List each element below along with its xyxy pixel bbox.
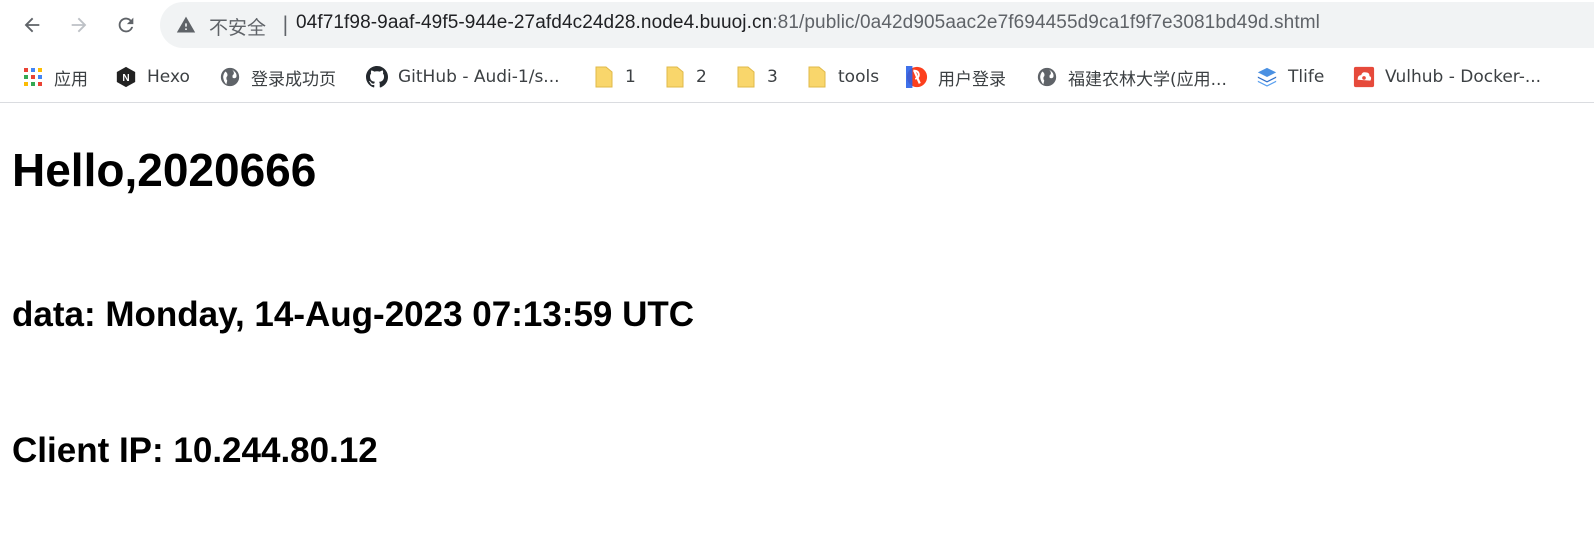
bookmark-github[interactable]: GitHub - Audi-1/s... <box>366 64 560 90</box>
bookmark-vulhub[interactable]: Vulhub - Docker-... <box>1353 64 1541 90</box>
reload-button[interactable] <box>109 8 143 42</box>
bookmark-label: Vulhub - Docker-... <box>1385 67 1542 87</box>
folder-icon <box>593 66 615 88</box>
warning-triangle-icon[interactable] <box>176 15 196 39</box>
bookmark-folder-3[interactable]: 3 <box>735 64 778 90</box>
bookmark-label: 登录成功页 <box>251 69 336 90</box>
bookmark-label: GitHub - Audi-1/s... <box>398 67 560 87</box>
bookmark-folder-tools[interactable]: tools <box>806 64 879 90</box>
bookmark-folder-1[interactable]: 1 <box>593 64 636 90</box>
vulhub-icon <box>1353 66 1375 88</box>
security-label[interactable]: 不安全 <box>209 13 266 40</box>
forward-button[interactable] <box>62 8 96 42</box>
folder-icon <box>664 66 686 88</box>
date-line: data: Monday, 14-Aug-2023 07:13:59 UTC <box>12 295 695 334</box>
bookmark-tlife[interactable]: Tlife <box>1256 64 1324 90</box>
bookmark-label: 2 <box>696 67 707 87</box>
bookmark-user-login[interactable]: 用户登录 <box>906 64 1006 90</box>
reload-icon <box>118 17 134 33</box>
bookmark-label: Tlife <box>1288 67 1325 87</box>
url-host: 04f71f98-9aaf-49f5-944e-27afd4c24d28.nod… <box>296 12 773 33</box>
bookmark-label: 福建农林大学(应用... <box>1068 69 1227 90</box>
bookmark-label: Hexo <box>147 67 190 87</box>
apps-grid-icon <box>22 66 44 88</box>
bookmark-apps[interactable]: 应用 <box>22 64 88 90</box>
address-separator: | <box>282 12 289 36</box>
bookmark-label: 应用 <box>54 69 88 90</box>
svg-text:N: N <box>122 73 129 84</box>
bookmark-login-success[interactable]: 登录成功页 <box>219 64 336 90</box>
yandex-icon <box>906 66 928 88</box>
greeting-heading: Hello,2020666 <box>12 144 317 196</box>
hexo-icon: N <box>115 66 137 88</box>
bookmark-label: 用户登录 <box>938 69 1006 90</box>
globe-icon <box>219 66 241 88</box>
bookmark-label: 1 <box>625 67 636 87</box>
bookmarks-bar: 应用 N Hexo 登录成功页 GitHub - Audi-1/s... 1 2… <box>0 52 1594 103</box>
bookmark-folder-2[interactable]: 2 <box>664 64 707 90</box>
back-arrow-icon <box>24 17 40 33</box>
bookmark-hexo[interactable]: N Hexo <box>115 64 190 90</box>
github-icon <box>366 66 388 88</box>
layers-icon <box>1256 66 1278 88</box>
bookmark-label: 3 <box>767 67 778 87</box>
globe-icon <box>1036 66 1058 88</box>
forward-arrow-icon <box>71 17 87 33</box>
browser-toolbar: 不安全 | 04f71f98-9aaf-49f5-944e-27afd4c24d… <box>0 0 1594 52</box>
client-ip-line: Client IP: 10.244.80.12 <box>12 431 378 470</box>
url-text[interactable]: 04f71f98-9aaf-49f5-944e-27afd4c24d28.nod… <box>296 12 1320 34</box>
bookmark-label: tools <box>838 67 880 87</box>
url-path: :81/public/0a42d905aac2e7f694455d9ca1f9f… <box>772 12 1320 33</box>
folder-icon <box>735 66 757 88</box>
back-button[interactable] <box>15 8 49 42</box>
bookmark-fafu[interactable]: 福建农林大学(应用... <box>1036 64 1227 90</box>
address-bar[interactable]: 不安全 | 04f71f98-9aaf-49f5-944e-27afd4c24d… <box>160 2 1594 48</box>
folder-icon <box>806 66 828 88</box>
